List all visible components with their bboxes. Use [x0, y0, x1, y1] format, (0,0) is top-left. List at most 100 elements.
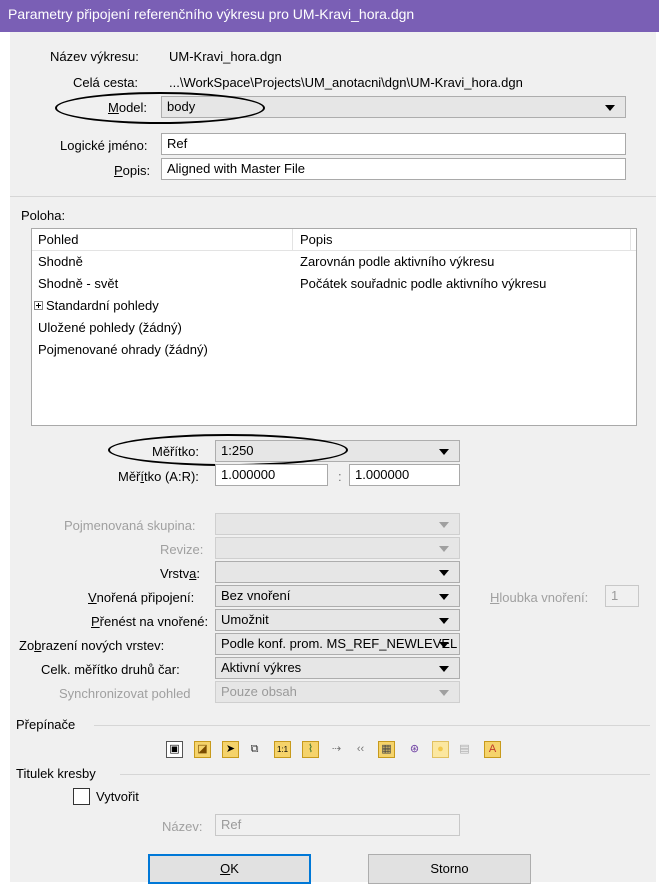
column-header-pohled[interactable]: Pohled: [38, 232, 78, 247]
meritko-value: 1:250: [221, 443, 254, 458]
nazev-value: UM-Kravi_hora.dgn: [169, 49, 282, 64]
model-dropdown-arrow-icon: [605, 105, 615, 111]
vytvorit-label: Vytvořit: [96, 789, 139, 804]
poloha-row-pohled-text: Shodně - svět: [38, 276, 119, 291]
window-title: Parametry připojení referenčního výkresu…: [0, 0, 659, 32]
poloha-row[interactable]: Standardní pohledy: [32, 295, 636, 317]
poloha-row-popis: Zarovnán podle aktivního výkresu: [300, 254, 495, 269]
poloha-row-pohled: Standardní pohledy: [34, 298, 159, 313]
column-header-popis[interactable]: Popis: [300, 232, 333, 247]
model-select[interactable]: body: [161, 96, 626, 118]
titulek-kresby-label: Titulek kresby: [16, 766, 96, 781]
annotation-scale-icon[interactable]: A: [484, 741, 501, 758]
poloha-row-pohled-text: Pojmenované ohrady (žádný): [38, 342, 208, 357]
zobrazeni-novych-vrstev-label: Zobrazení nových vrstev:: [19, 638, 165, 653]
logicke-jmeno-label: Logické jméno:: [60, 138, 148, 153]
ok-button[interactable]: OK: [148, 854, 311, 884]
vrstva-select[interactable]: [215, 561, 460, 583]
poloha-row[interactable]: Uložené pohledy (žádný): [32, 317, 636, 339]
popis-input[interactable]: Aligned with Master File: [161, 158, 626, 180]
dropdown-arrow-icon: [439, 594, 449, 600]
snap-icon[interactable]: ◪: [194, 741, 211, 758]
locate-icon[interactable]: ➤: [222, 741, 239, 758]
vnorena-pripojeni-value: Bez vnoření: [221, 588, 291, 603]
meritko-label: Měřítko:: [152, 444, 199, 459]
prepinace-label: Přepínače: [16, 717, 76, 732]
prenest-na-vnorene-label: Přenést na vnořené:: [91, 614, 209, 629]
pojmenovana-skupina-select[interactable]: [215, 513, 460, 535]
celk-meritko-select[interactable]: Aktivní výkres: [215, 657, 460, 679]
celk-meritko-label: Celk. měřítko druhů čar:: [41, 662, 180, 677]
dropdown-arrow-icon: [439, 642, 449, 648]
hloubka-vnoreni-label: Hloubka vnoření:: [490, 590, 589, 605]
vnorena-pripojeni-select[interactable]: Bez vnoření: [215, 585, 460, 607]
clip-icon[interactable]: ▤: [456, 741, 473, 758]
poloha-row[interactable]: Shodně - svět Počátek souřadnic podle akt…: [32, 273, 636, 295]
poloha-label: Poloha:: [21, 208, 66, 223]
dropdown-arrow-icon: [439, 546, 449, 552]
titulek-nazev-input[interactable]: Ref: [215, 814, 460, 836]
prenest-na-vnorene-select[interactable]: Umožnit: [215, 609, 460, 631]
separator: [10, 196, 656, 197]
logicke-jmeno-input[interactable]: Ref: [161, 133, 626, 155]
treat-as-element-icon[interactable]: ⧉: [246, 741, 263, 758]
synchronizovat-pohled-select[interactable]: Pouze obsah: [215, 681, 460, 703]
vytvorit-checkbox[interactable]: [73, 788, 90, 805]
meritko-dropdown-arrow-icon: [439, 449, 449, 455]
titulek-nazev-label: Název:: [162, 819, 203, 834]
synchronizovat-pohled-value: Pouze obsah: [221, 684, 297, 699]
poloha-row-pohled-text: Uložené pohledy (žádný): [38, 320, 182, 335]
separator: [120, 774, 650, 775]
dropdown-arrow-icon: [439, 570, 449, 576]
poloha-row-pohled: Shodně: [38, 254, 83, 269]
meritko-select[interactable]: 1:250: [215, 440, 460, 462]
meritko-ar-label: Měřítko (A:R):: [118, 469, 199, 484]
revize-select[interactable]: [215, 537, 460, 559]
vnorena-pripojeni-label: Vnořená připojení:: [88, 590, 195, 605]
poloha-row-popis: Počátek souřadnic podle aktivního výkres…: [300, 276, 547, 291]
column-divider[interactable]: [292, 229, 293, 250]
dropdown-arrow-icon: [439, 690, 449, 696]
meritko-a-input[interactable]: 1.000000: [215, 464, 328, 486]
poloha-list[interactable]: Pohled Popis Shodně Zarovnán podle aktivn…: [31, 228, 637, 426]
model-value: body: [167, 99, 196, 114]
popis-label: Popis:: [114, 163, 151, 178]
ratio-separator: :: [338, 469, 342, 484]
poloha-row-pohled: Shodně - svět: [38, 276, 118, 291]
dropdown-arrow-icon: [439, 522, 449, 528]
poloha-row-pohled: Pojmenované ohrady (žádný): [38, 342, 208, 357]
true-scale-icon[interactable]: 1:1: [274, 741, 291, 758]
level-table-icon[interactable]: ▦: [378, 741, 395, 758]
display-raster-icon[interactable]: ‹‹: [352, 741, 369, 758]
expand-plus-icon[interactable]: [34, 301, 43, 310]
model-label: Model:: [108, 100, 148, 115]
meritko-r-input[interactable]: 1.000000: [349, 464, 460, 486]
column-divider: [630, 229, 631, 250]
revize-label: Revize:: [160, 542, 204, 557]
nazev-label: Název výkresu:: [50, 49, 139, 64]
separator: [94, 725, 650, 726]
synchronizovat-pohled-label: Synchronizovat pohled: [59, 686, 191, 701]
display-icon[interactable]: ▣: [166, 741, 183, 758]
poloha-row-pohled-text: Shodně: [38, 254, 83, 269]
poloha-list-header: Pohled Popis: [32, 229, 636, 251]
poloha-row-pohled: Uložené pohledy (žádný): [38, 320, 182, 335]
dropdown-arrow-icon: [439, 666, 449, 672]
use-lighting-icon[interactable]: ⊛: [406, 741, 423, 758]
dialog-body: Název výkresu: UM-Kravi_hora.dgn Celá ce…: [10, 32, 656, 884]
celk-meritko-value: Aktivní výkres: [221, 660, 302, 675]
ignore-attachment-icon[interactable]: ⇢: [328, 741, 345, 758]
poloha-row-pohled-text: Standardní pohledy: [46, 298, 159, 313]
poloha-row[interactable]: Pojmenované ohrady (žádný): [32, 339, 636, 361]
light-bulb-icon[interactable]: ●: [432, 741, 449, 758]
prenest-na-vnorene-value: Umožnit: [221, 612, 269, 627]
storno-button[interactable]: Storno: [368, 854, 531, 884]
cesta-label: Celá cesta:: [73, 75, 139, 90]
vrstva-label: Vrstva:: [160, 566, 200, 581]
zobrazeni-novych-vrstev-select[interactable]: Podle konf. prom. MS_REF_NEWLEVEL: [215, 633, 460, 655]
poloha-row[interactable]: Shodně Zarovnán podle aktivního výkresu: [32, 251, 636, 273]
hloubka-vnoreni-input[interactable]: 1: [605, 585, 639, 607]
pojmenovana-skupina-label: Pojmenovaná skupina:: [64, 518, 196, 533]
dropdown-arrow-icon: [439, 618, 449, 624]
scale-line-styles-icon[interactable]: ⌇: [302, 741, 319, 758]
